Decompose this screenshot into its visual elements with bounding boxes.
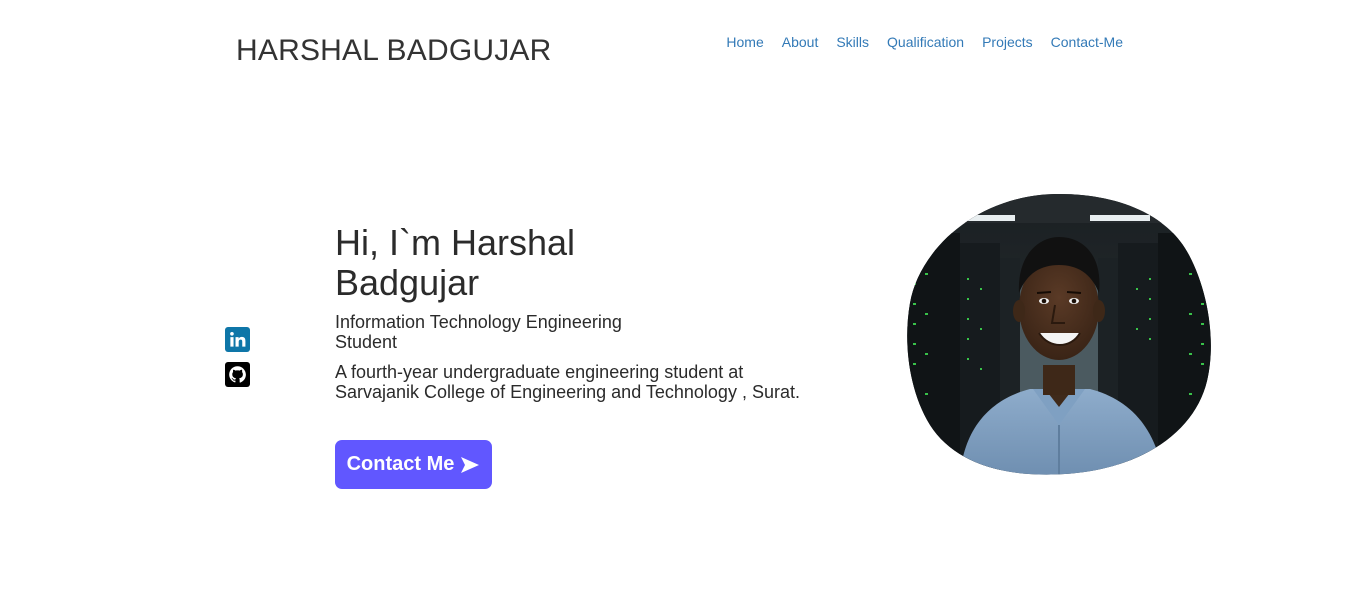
nav-link-qualification[interactable]: Qualification [887, 32, 964, 52]
nav-link-skills[interactable]: Skills [836, 32, 869, 52]
nav-link-contact-me[interactable]: Contact-Me [1051, 32, 1123, 52]
nav-link-about[interactable]: About [782, 32, 819, 52]
hero-description: A fourth-year undergraduate engineering … [335, 362, 800, 402]
nav-link-projects[interactable]: Projects [982, 32, 1033, 52]
send-arrow-icon [461, 456, 480, 473]
page: HARSHAL BADGUJAR Home About Skills Quali… [0, 0, 1349, 597]
hero-intro: Hi, I`m Harshal Badgujar Information Tec… [335, 222, 805, 403]
linkedin-glyph [230, 331, 246, 347]
github-glyph [229, 366, 246, 383]
hero-title: Hi, I`m Harshal Badgujar [335, 222, 576, 303]
github-icon[interactable] [225, 362, 250, 387]
contact-me-button[interactable]: Contact Me [335, 440, 492, 489]
nav-link-home[interactable]: Home [726, 32, 763, 52]
brand-logo-text[interactable]: HARSHAL BADGUJAR [236, 31, 552, 71]
contact-me-button-label: Contact Me [346, 453, 455, 475]
profile-photo [907, 193, 1211, 475]
social-links [225, 327, 250, 387]
hero-subtitle: Information Technology Engineering Stude… [335, 312, 622, 352]
linkedin-icon[interactable] [225, 327, 250, 352]
main-nav: Home About Skills Qualification Projects… [726, 32, 1123, 52]
